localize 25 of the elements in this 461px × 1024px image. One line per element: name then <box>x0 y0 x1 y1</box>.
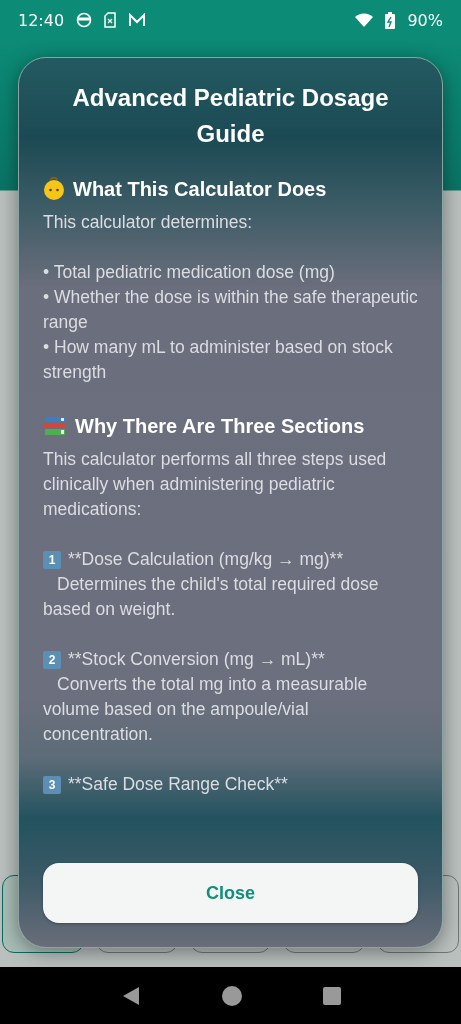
step-title: **Safe Dose Range Check** <box>68 773 288 796</box>
dialog-title: Advanced Pediatric Dosage Guide <box>71 83 390 149</box>
close-button[interactable]: Close <box>43 863 418 923</box>
battery-icon <box>385 11 396 29</box>
step-description: Determines the child's total required dose based on weight. <box>43 573 380 621</box>
step-title: **Dose Calculation (mg/kg → mg)** <box>68 548 344 571</box>
sim-card-icon <box>104 12 117 28</box>
books-icon <box>43 415 67 437</box>
status-time: 12:40 <box>18 10 65 30</box>
number-badge: 3 <box>43 775 61 794</box>
recents-icon[interactable] <box>322 986 341 1005</box>
paragraph: This calculator determines: <box>43 211 254 234</box>
home-icon[interactable] <box>221 985 242 1006</box>
paragraph: • Total pediatric medication dose (mg) • Whether the dose is within the safe therapeutic range • How many mL to administer based on stock strength <box>43 261 418 384</box>
section-heading: What This Calculator Does <box>73 177 327 202</box>
step-description: Converts the total mg into a measurable volume based on the ampoule/vial concentration. <box>43 673 369 746</box>
step-title: **Stock Conversion (mg → mL)** <box>68 648 325 671</box>
battery-percent: 90% <box>407 10 443 30</box>
number-badge: 2 <box>43 650 61 669</box>
section-heading: Why There Are Three Sections <box>75 414 365 439</box>
number-badge: 1 <box>43 550 61 569</box>
paragraph: This calculator performs all three steps used clinically when administering pediatric medications: <box>43 448 388 521</box>
wifi-icon <box>355 13 374 27</box>
baby-icon <box>43 177 65 201</box>
mail-icon <box>128 13 147 27</box>
